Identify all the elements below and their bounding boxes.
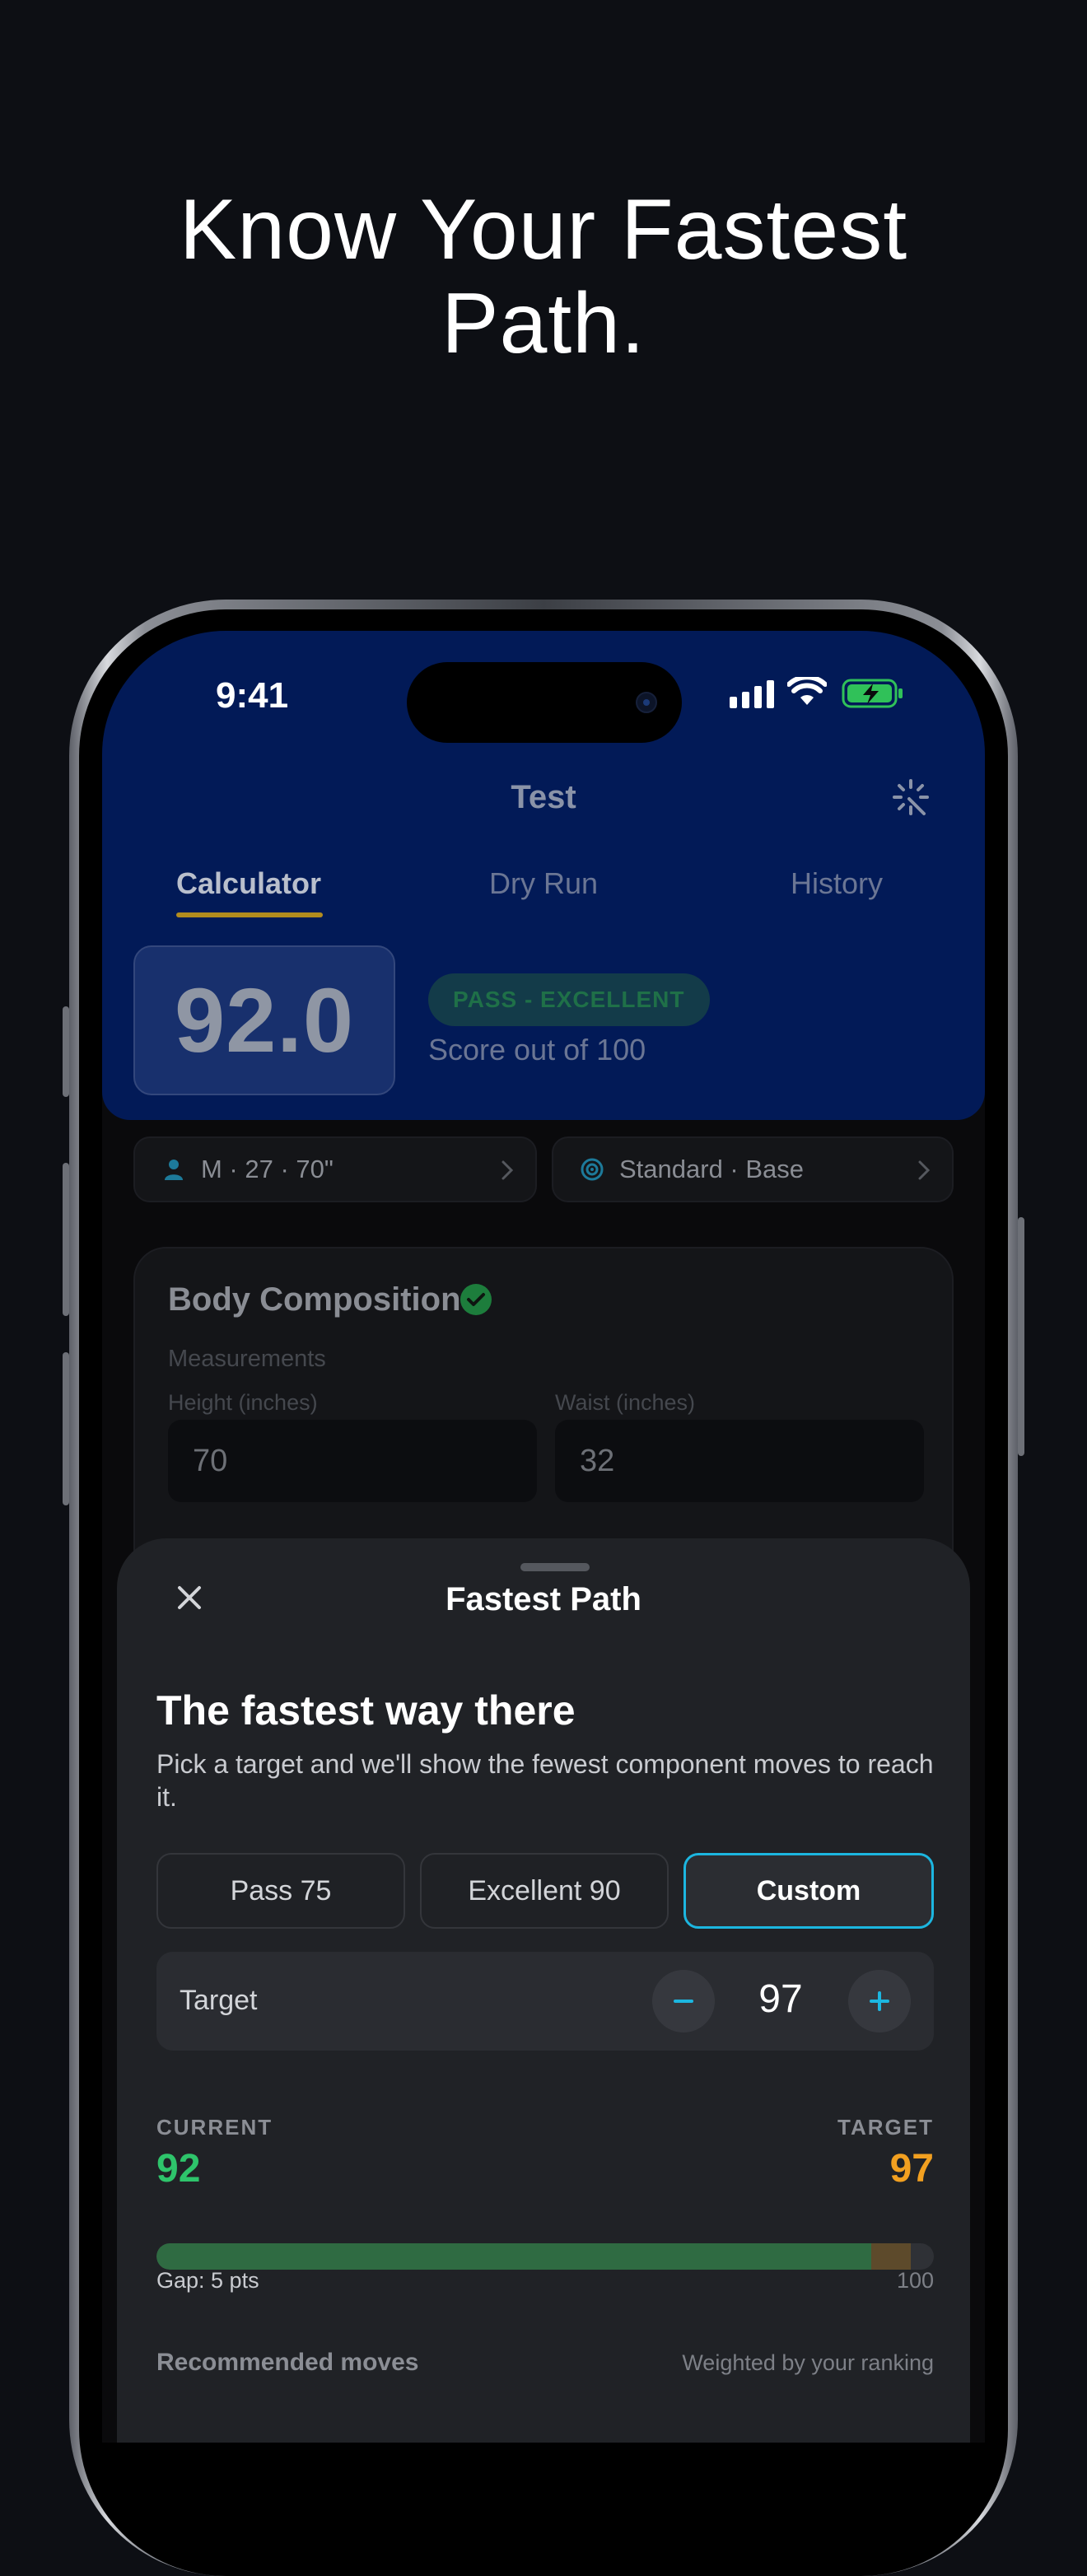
chevron-right-icon	[918, 1160, 931, 1180]
body-composition-title: Body Composition	[168, 1281, 461, 1318]
phone-screen: 9:41 Test Calculator Dry Run History 92.…	[102, 631, 985, 2443]
checkmark-circle-icon	[460, 1284, 492, 1315]
camera-icon	[636, 692, 657, 713]
score-value: 92.0	[133, 945, 395, 1095]
app-title: Test	[511, 779, 576, 815]
chevron-right-icon	[502, 1160, 514, 1180]
fastest-path-sheet: Fastest Path The fastest way there Pick …	[117, 1538, 970, 2443]
sheet-title: Fastest Path	[446, 1581, 641, 1617]
progress-gap-fill	[871, 2243, 911, 2270]
magic-sparkle-icon[interactable]	[891, 777, 931, 817]
side-button-power	[1018, 1217, 1024, 1456]
current-score: 92	[156, 2147, 201, 2191]
preset-custom-button[interactable]: Custom	[683, 1853, 934, 1929]
score-progress-bar	[156, 2243, 934, 2270]
headline-line-2: Path.	[441, 276, 646, 371]
current-label: CURRENT	[156, 2115, 273, 2140]
side-button-volume-up	[63, 1163, 69, 1316]
max-score-text: 100	[896, 2268, 934, 2293]
height-label: Height (inches)	[168, 1390, 318, 1415]
measurements-label: Measurements	[168, 1346, 326, 1372]
sheet-grabber[interactable]	[520, 1563, 590, 1571]
sheet-heading: The fastest way there	[156, 1687, 576, 1734]
recommended-moves-label: Recommended moves	[156, 2349, 419, 2376]
preset-pass-75-button[interactable]: Pass 75	[156, 1853, 405, 1929]
headline-line-1: Know Your Fastest	[179, 182, 908, 278]
waist-field[interactable]: 32	[555, 1420, 924, 1502]
standard-chip[interactable]: Standard · Base	[552, 1136, 954, 1202]
cellular-signal-icon	[730, 679, 776, 708]
gap-text: Gap: 5 pts	[156, 2268, 259, 2293]
standard-chip-label: Standard · Base	[619, 1155, 805, 1183]
battery-charging-icon	[842, 679, 903, 708]
side-button-volume-down	[63, 1352, 69, 1505]
waist-label: Waist (inches)	[555, 1390, 696, 1415]
progress-current-fill	[156, 2243, 872, 2270]
sheet-description: Pick a target and we'll show the fewest …	[156, 1749, 934, 1812]
increment-button[interactable]	[848, 1970, 911, 2032]
tab-calculator[interactable]: Calculator	[176, 866, 321, 901]
status-bar: 9:41	[102, 631, 985, 754]
height-field[interactable]: 70	[168, 1420, 537, 1502]
profile-chip[interactable]: M · 27 · 70"	[133, 1136, 537, 1202]
status-time: 9:41	[216, 675, 289, 716]
score-subtitle: Score out of 100	[428, 1033, 646, 1066]
preset-excellent-90-button[interactable]: Excellent 90	[420, 1853, 669, 1929]
target-caption-label: TARGET	[837, 2115, 934, 2140]
dynamic-island	[407, 662, 682, 743]
recommended-moves-note: Weighted by your ranking	[682, 2350, 934, 2375]
side-button-silent	[63, 1006, 69, 1097]
profile-chip-label: M · 27 · 70"	[201, 1155, 334, 1183]
target-score: 97	[889, 2147, 934, 2191]
decrement-button[interactable]	[652, 1970, 715, 2032]
active-tab-indicator	[176, 912, 323, 917]
tab-dry-run[interactable]: Dry Run	[489, 866, 598, 901]
wifi-icon	[787, 677, 827, 705]
marketing-headline: Know Your Fastest Path.	[0, 183, 1087, 371]
target-icon	[581, 1158, 604, 1181]
target-value: 97	[758, 1977, 803, 2021]
target-stepper-row: Target 97	[156, 1952, 934, 2051]
status-badge: PASS - EXCELLENT	[428, 973, 710, 1026]
target-label: Target	[180, 1985, 258, 2016]
person-icon	[165, 1160, 183, 1180]
tab-history[interactable]: History	[791, 866, 883, 901]
